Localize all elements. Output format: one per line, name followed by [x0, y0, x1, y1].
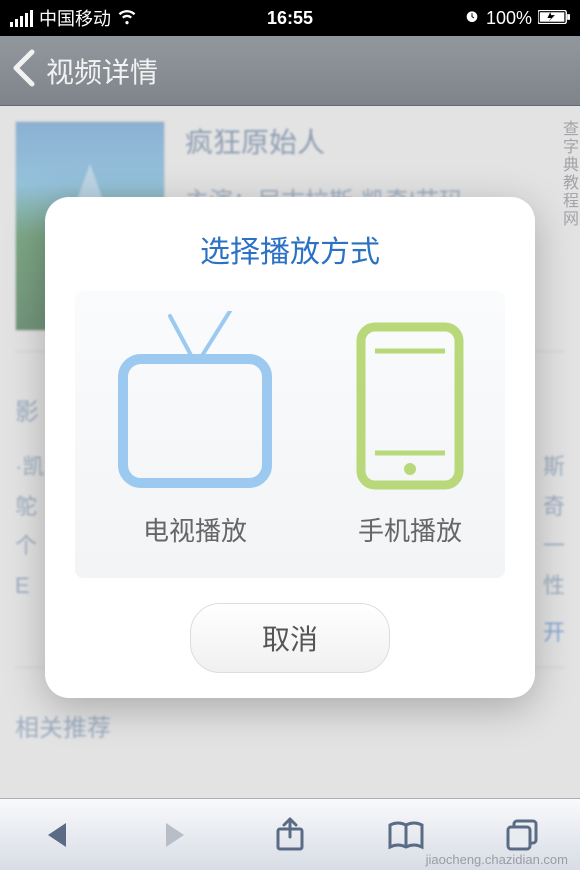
signal-icon	[10, 10, 33, 27]
battery-icon	[538, 8, 570, 29]
bookmarks-button[interactable]	[381, 815, 431, 855]
carrier-label: 中国移动	[39, 5, 111, 31]
arrow-left-icon	[38, 817, 78, 853]
arrow-right-icon	[154, 817, 194, 853]
status-time: 16:55	[197, 8, 384, 29]
watermark-url: jiaocheng.chazidian.com	[426, 852, 568, 867]
cancel-button[interactable]: 取消	[190, 603, 390, 673]
phone-play-option[interactable]: 手机播放	[355, 311, 465, 548]
alarm-icon	[464, 8, 480, 29]
share-button[interactable]	[265, 815, 315, 855]
phone-play-label: 手机播放	[355, 511, 465, 548]
status-left: 中国移动	[10, 5, 197, 31]
tabs-icon	[502, 817, 542, 853]
wifi-icon	[117, 6, 137, 31]
tv-icon	[115, 311, 275, 491]
tabs-button[interactable]	[497, 815, 547, 855]
modal-title: 选择播放方式	[75, 227, 505, 271]
phone-icon	[355, 311, 465, 491]
browser-forward-button[interactable]	[149, 815, 199, 855]
status-right: 100%	[383, 8, 570, 29]
share-icon	[270, 817, 310, 853]
modal-overlay: 选择播放方式 电视播放	[0, 36, 580, 798]
browser-back-button[interactable]	[33, 815, 83, 855]
playback-modal: 选择播放方式 电视播放	[45, 197, 535, 698]
watermark-side: 查字典教程网	[552, 120, 580, 228]
battery-label: 100%	[486, 8, 532, 29]
tv-play-option[interactable]: 电视播放	[115, 311, 275, 548]
tv-play-label: 电视播放	[115, 511, 275, 548]
book-icon	[386, 817, 426, 853]
status-bar: 中国移动 16:55 100%	[0, 0, 580, 36]
